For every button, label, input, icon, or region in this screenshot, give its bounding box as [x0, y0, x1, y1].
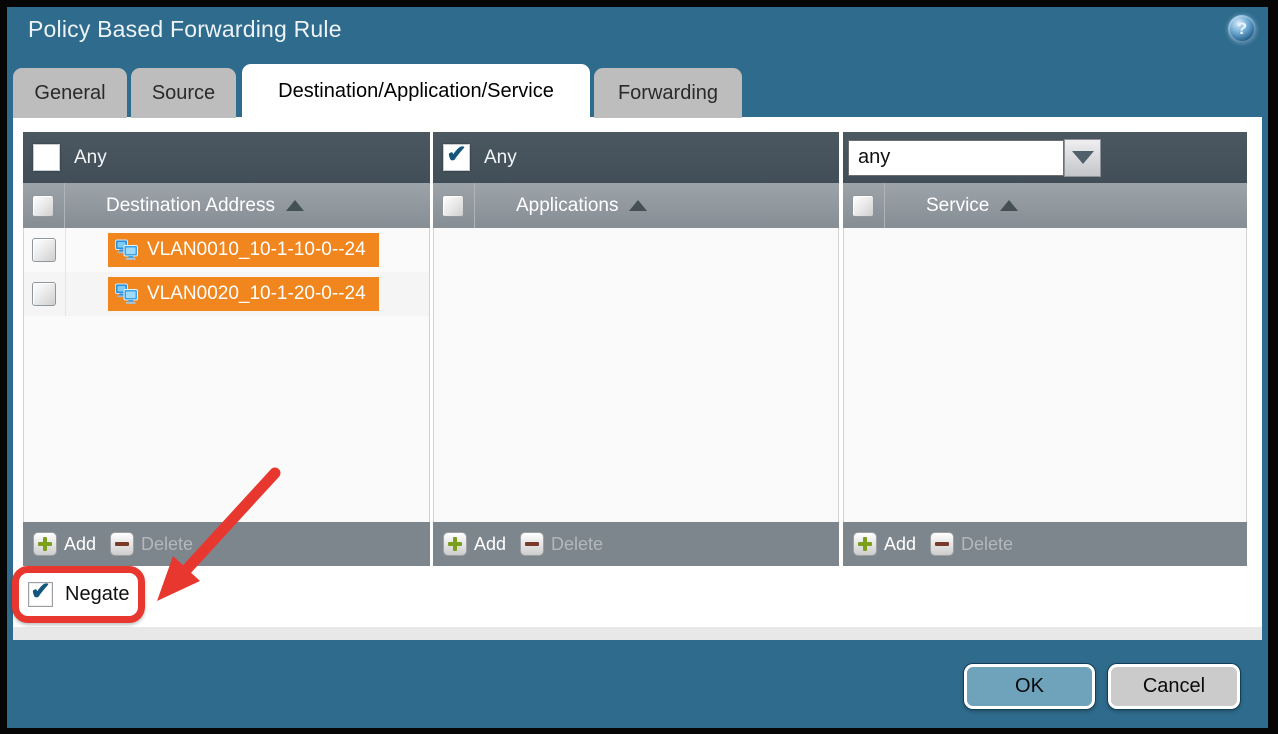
add-icon[interactable] — [853, 532, 877, 556]
checkmark-icon: ✔ — [446, 143, 466, 167]
destination-address-column: Any Destination Address — [23, 132, 430, 566]
address-object-chip[interactable]: VLAN0010_10-1-10-0--24 — [108, 233, 379, 267]
service-select-all-checkbox[interactable] — [852, 195, 874, 217]
help-glyph: ? — [1237, 19, 1247, 39]
sort-ascending-icon — [286, 200, 304, 211]
applications-column-subheader: Applications — [433, 183, 839, 228]
divider — [64, 183, 65, 228]
ok-button[interactable]: OK — [964, 664, 1095, 709]
service-footer-toolbar: Add Delete — [843, 522, 1247, 566]
address-object-chip[interactable]: VLAN0020_10-1-20-0--24 — [108, 277, 379, 311]
applications-list — [433, 228, 839, 522]
divider — [884, 183, 885, 228]
row-checkbox[interactable] — [32, 238, 56, 262]
any-label: Any — [74, 147, 107, 169]
delete-icon[interactable] — [520, 532, 544, 556]
applications-footer-toolbar: Add Delete — [433, 522, 839, 566]
service-dropdown-button[interactable] — [1064, 139, 1101, 177]
tab-label: Source — [152, 82, 215, 105]
tab-forwarding[interactable]: Forwarding — [594, 68, 742, 118]
service-list — [843, 228, 1247, 522]
service-dropdown-value[interactable]: any — [848, 140, 1064, 176]
negate-checkbox[interactable]: ✔ — [28, 582, 53, 607]
network-icon — [113, 239, 140, 261]
add-button[interactable]: Add — [64, 534, 96, 555]
applications-select-all-checkbox[interactable] — [442, 195, 464, 217]
tab-label: General — [34, 82, 105, 105]
add-icon[interactable] — [33, 532, 57, 556]
delete-button[interactable]: Delete — [551, 534, 603, 555]
divider — [65, 228, 66, 272]
delete-button[interactable]: Delete — [961, 534, 1013, 555]
cancel-button[interactable]: Cancel — [1108, 664, 1240, 709]
delete-icon[interactable] — [930, 532, 954, 556]
applications-any-header: ✔ Any — [433, 132, 839, 183]
annotation-highlight-box: ✔ Negate — [12, 566, 145, 623]
destination-column-subheader: Destination Address — [23, 183, 430, 228]
destination-footer-toolbar: Add Delete — [23, 522, 430, 566]
row-checkbox[interactable] — [32, 282, 56, 306]
add-button[interactable]: Add — [884, 534, 916, 555]
service-sort-header[interactable]: Service — [926, 195, 1018, 217]
delete-button[interactable]: Delete — [141, 534, 193, 555]
service-column: any Service Add Delete — [843, 132, 1247, 566]
delete-icon[interactable] — [110, 532, 134, 556]
negate-label: Negate — [65, 583, 130, 606]
network-icon — [113, 283, 140, 305]
sort-ascending-icon — [629, 200, 647, 211]
tab-label: Destination/Application/Service — [278, 80, 554, 103]
tab-destination-application-service[interactable]: Destination/Application/Service — [242, 64, 590, 118]
add-button[interactable]: Add — [474, 534, 506, 555]
service-column-subheader: Service — [843, 183, 1247, 228]
destination-any-checkbox[interactable] — [33, 144, 60, 171]
dialog-title: Policy Based Forwarding Rule — [28, 16, 342, 43]
applications-any-checkbox[interactable]: ✔ — [443, 144, 470, 171]
service-dropdown-header: any — [843, 132, 1247, 183]
destination-address-sort-header[interactable]: Destination Address — [106, 195, 304, 217]
destination-any-header: Any — [23, 132, 430, 183]
tab-label: Forwarding — [618, 82, 718, 105]
divider — [65, 272, 66, 316]
checkmark-icon: ✔ — [30, 580, 50, 604]
applications-sort-header[interactable]: Applications — [516, 195, 647, 217]
address-object-name: VLAN0010_10-1-10-0--24 — [147, 239, 366, 261]
address-object-name: VLAN0020_10-1-20-0--24 — [147, 283, 366, 305]
any-label: Any — [484, 147, 517, 169]
applications-column: ✔ Any Applications Add Delete — [433, 132, 839, 566]
divider — [474, 183, 475, 228]
help-icon[interactable]: ? — [1228, 15, 1256, 43]
chevron-down-icon — [1072, 151, 1094, 164]
panel-bottom-strip — [13, 627, 1262, 640]
table-row[interactable]: VLAN0020_10-1-20-0--24 — [24, 272, 429, 316]
destination-select-all-checkbox[interactable] — [32, 195, 54, 217]
tab-general[interactable]: General — [13, 68, 127, 118]
table-row[interactable]: VLAN0010_10-1-10-0--24 — [24, 228, 429, 272]
add-icon[interactable] — [443, 532, 467, 556]
sort-ascending-icon — [1000, 200, 1018, 211]
destination-address-list: VLAN0010_10-1-10-0--24 VLAN0020_10-1-20-… — [23, 228, 430, 522]
tab-source[interactable]: Source — [131, 68, 236, 118]
